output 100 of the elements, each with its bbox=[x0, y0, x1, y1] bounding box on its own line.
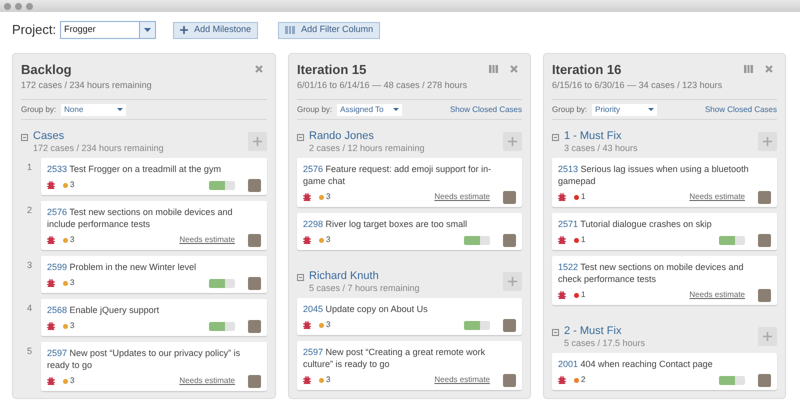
add-button[interactable]: Add Filter Column bbox=[278, 22, 380, 38]
case-card[interactable]: 2599 Problem in the new Winter level 3 bbox=[41, 256, 267, 293]
case-link[interactable]: 2576 bbox=[303, 164, 324, 174]
case-card[interactable]: 2576 Feature request: add emoji support for in-game chat 3 Needs estimate bbox=[297, 158, 522, 207]
column-title: Backlog bbox=[21, 62, 73, 78]
group-title[interactable]: 2 - Must Fix bbox=[564, 325, 758, 338]
case-card[interactable]: 2597 New post “Updates to our privacy policy” is ready to go 3 Needs estimate bbox=[41, 342, 267, 391]
plus-icon bbox=[763, 332, 772, 341]
case-link[interactable]: 2597 bbox=[303, 347, 324, 357]
case-title: 2597 New post “Creating a great remote work culture” is ready to go bbox=[303, 346, 486, 370]
case-link[interactable]: 2571 bbox=[558, 219, 578, 229]
row-number: 3 bbox=[26, 259, 34, 272]
add-case-button[interactable] bbox=[503, 132, 522, 151]
needs-estimate-link[interactable]: Needs estimate bbox=[434, 374, 490, 386]
column-title: Iteration 16 bbox=[552, 62, 622, 78]
columns-icon bbox=[285, 26, 296, 34]
bug-icon bbox=[558, 193, 566, 201]
avatar bbox=[503, 234, 516, 246]
close-icon[interactable] bbox=[510, 65, 518, 73]
case-card[interactable]: 2568 Enable jQuery support 3 bbox=[41, 299, 267, 336]
add-case-button[interactable] bbox=[503, 272, 522, 291]
needs-estimate-link[interactable]: Needs estimate bbox=[689, 289, 745, 301]
case-title: 2599 Problem in the new Winter level bbox=[47, 261, 198, 273]
group-summary: 5 cases / 7 hours remaining bbox=[309, 283, 421, 294]
avatar bbox=[758, 288, 771, 302]
avatar bbox=[503, 374, 516, 386]
group-title[interactable]: Richard Knuth bbox=[309, 270, 503, 283]
case-card[interactable]: 2571 Tutorial dialogue crashes on skip 1 bbox=[552, 213, 777, 250]
close-icon[interactable] bbox=[255, 65, 263, 73]
case-link[interactable]: 2533 bbox=[47, 164, 68, 174]
group-title[interactable]: Rando Jones bbox=[309, 130, 503, 143]
avatar bbox=[248, 276, 261, 290]
case-title: 2568 Enable jQuery support bbox=[47, 304, 160, 316]
add-case-button[interactable] bbox=[758, 132, 777, 151]
bug-icon bbox=[47, 236, 55, 244]
needs-estimate-link[interactable]: Needs estimate bbox=[179, 234, 235, 246]
project-dropdown[interactable]: Frogger bbox=[60, 21, 156, 39]
priority-number: 3 bbox=[326, 234, 330, 246]
priority-number: 1 bbox=[581, 234, 586, 246]
case-card[interactable]: 2045 Update copy on About Us 3 bbox=[297, 298, 522, 335]
group-title[interactable]: 1 - Must Fix bbox=[564, 130, 758, 143]
priority-number: 3 bbox=[326, 374, 330, 386]
case-card[interactable]: 2576 Test new sections on mobile devices and include performance tests 3 Needs estimate bbox=[41, 201, 267, 250]
avatar bbox=[248, 374, 261, 388]
case-title: 2513 Serious lag issues when using a bluetooth gamepad bbox=[558, 163, 750, 187]
group-by-dropdown[interactable]: Assigned To bbox=[337, 104, 402, 116]
add-button[interactable]: Add Milestone bbox=[173, 22, 258, 38]
bug-icon bbox=[47, 279, 55, 287]
avatar bbox=[503, 190, 516, 204]
case-card[interactable]: 2298 River log target boxes are too small 3 bbox=[297, 213, 522, 250]
case-link[interactable]: 2001 bbox=[558, 359, 578, 369]
column-subtitle: 6/15/16 to 6/30/16 — 34 cases / 123 hours bbox=[552, 79, 724, 92]
avatar bbox=[248, 320, 261, 332]
group-by-dropdown[interactable]: None bbox=[61, 104, 126, 116]
add-case-button[interactable] bbox=[758, 327, 777, 346]
case-card[interactable]: 1522 Test new sections on mobile devices and check performance tests 1 Needs estimate bbox=[552, 256, 777, 305]
avatar bbox=[248, 178, 261, 192]
collapse-icon bbox=[552, 134, 559, 141]
columns-icon[interactable] bbox=[489, 65, 498, 73]
case-link[interactable]: 2597 bbox=[47, 348, 68, 358]
group-summary: 172 cases / 234 hours remaining bbox=[33, 143, 165, 154]
case-title: 2597 New post “Updates to our privacy policy” is ready to go bbox=[47, 347, 242, 371]
case-link[interactable]: 2576 bbox=[47, 207, 68, 217]
priority-number: 2 bbox=[581, 374, 586, 386]
needs-estimate-link[interactable]: Needs estimate bbox=[689, 191, 745, 203]
add-case-button[interactable] bbox=[248, 132, 267, 151]
show-closed-link[interactable]: Show Closed Cases bbox=[450, 104, 522, 116]
group-summary: 5 cases / 17.5 hours bbox=[564, 338, 646, 349]
case-card[interactable]: 2597 New post “Creating a great remote work culture” is ready to go 3 Needs estimate bbox=[297, 341, 522, 390]
priority-number: 3 bbox=[70, 234, 74, 246]
needs-estimate-link[interactable]: Needs estimate bbox=[434, 191, 490, 203]
case-link[interactable]: 2599 bbox=[47, 262, 68, 272]
case-link[interactable]: 2045 bbox=[303, 304, 324, 314]
case-card[interactable]: 2513 Serious lag issues when using a bluetooth gamepad 1 Needs estimate bbox=[552, 158, 777, 207]
column-title: Iteration 15 bbox=[297, 62, 368, 78]
column-subtitle: 6/01/16 to 6/14/16 — 48 cases / 278 hours bbox=[297, 79, 468, 92]
show-closed-link[interactable]: Show Closed Cases bbox=[704, 104, 777, 116]
avatar bbox=[758, 234, 771, 246]
group-by-dropdown[interactable]: Priority bbox=[592, 104, 658, 116]
case-title: 1522 Test new sections on mobile devices and check performance tests bbox=[558, 261, 744, 285]
bug-icon bbox=[303, 321, 311, 329]
case-card[interactable]: 2001 404 when reaching Contact page 2 bbox=[552, 353, 777, 390]
case-link[interactable]: 1522 bbox=[558, 262, 578, 272]
project-label: Project: bbox=[12, 21, 56, 40]
bug-icon bbox=[303, 193, 311, 201]
row-number: 5 bbox=[26, 345, 34, 358]
avatar bbox=[503, 318, 516, 332]
bug-icon bbox=[303, 376, 311, 384]
group-by-label: Group by: bbox=[552, 104, 588, 116]
close-icon[interactable] bbox=[765, 65, 773, 73]
needs-estimate-link[interactable]: Needs estimate bbox=[179, 375, 235, 387]
case-link[interactable]: 2513 bbox=[558, 164, 578, 174]
case-card[interactable]: 2533 Test Frogger on a treadmill at the gym 3 bbox=[41, 158, 267, 195]
columns-icon[interactable] bbox=[744, 65, 753, 73]
group-title[interactable]: Cases bbox=[33, 130, 248, 143]
plus-icon bbox=[253, 137, 262, 146]
priority-number: 3 bbox=[70, 320, 74, 332]
case-link[interactable]: 2298 bbox=[303, 219, 324, 229]
plus-icon bbox=[508, 137, 517, 146]
case-link[interactable]: 2568 bbox=[47, 305, 68, 315]
